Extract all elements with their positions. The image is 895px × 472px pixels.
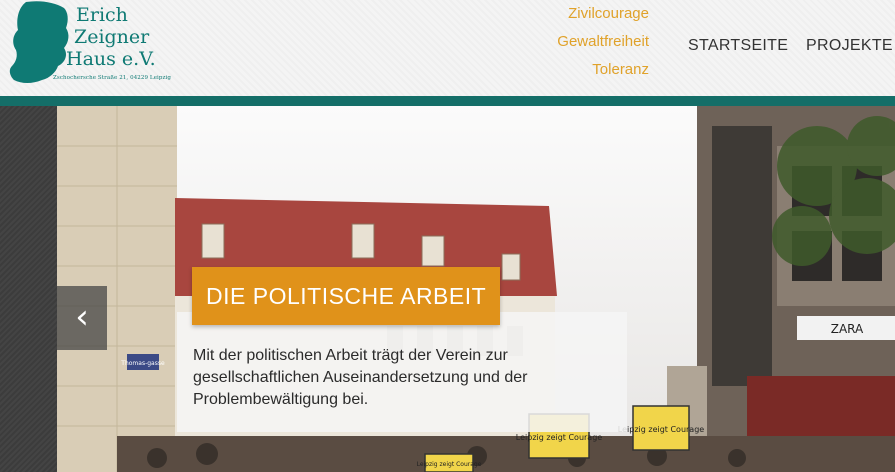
nav-item-startseite[interactable]: STARTSEITE (688, 37, 788, 55)
slide-caption-text: Mit der politischen Arbeit trägt der Ver… (193, 347, 528, 408)
taglines: Zivilcourage Gewaltfreiheit Toleranz (557, 5, 649, 89)
slide-caption: Mit der politischen Arbeit trägt der Ver… (177, 312, 627, 432)
nav-item-projekte[interactable]: PROJEKTE (806, 37, 893, 55)
tagline-gewaltfreiheit: Gewaltfreiheit (557, 33, 649, 50)
street-sign-text: Thomas-gasse (120, 360, 165, 367)
site-header: Erich Zeigner Haus e.V. Zschochersche St… (0, 0, 895, 96)
photo-sign-1: Leipzig zeigt Courage (516, 433, 603, 442)
hero-slider: Thomas-gasse ZARA Leipzig zeigt Courage … (0, 106, 895, 472)
photo-sign-2: Leipzig zeigt Courage (618, 425, 705, 434)
site-logo[interactable]: Erich Zeigner Haus e.V. Zschochersche St… (6, 0, 171, 90)
photo-sign-3: Leipzig zeigt Courage (417, 461, 482, 468)
header-accent-bar (0, 96, 895, 106)
slider-left-strip (0, 106, 57, 472)
zara-sign-text: ZARA (831, 322, 864, 336)
tagline-zivilcourage: Zivilcourage (568, 5, 649, 22)
logo-address: Zschochersche Straße 21, 04229 Leipzig (53, 75, 171, 81)
chevron-left-icon: ‹ (75, 297, 89, 337)
logo-line-1: Erich (76, 4, 128, 26)
logo-line-2: Zeigner (74, 26, 150, 48)
slide-title[interactable]: DIE POLITISCHE ARBEIT (192, 267, 501, 325)
slider-prev-button[interactable]: ‹ (57, 286, 107, 350)
tagline-toleranz: Toleranz (592, 61, 649, 78)
logo-wordmark: Erich Zeigner Haus e.V. (66, 4, 156, 70)
logo-line-3: Haus e.V. (66, 48, 156, 70)
